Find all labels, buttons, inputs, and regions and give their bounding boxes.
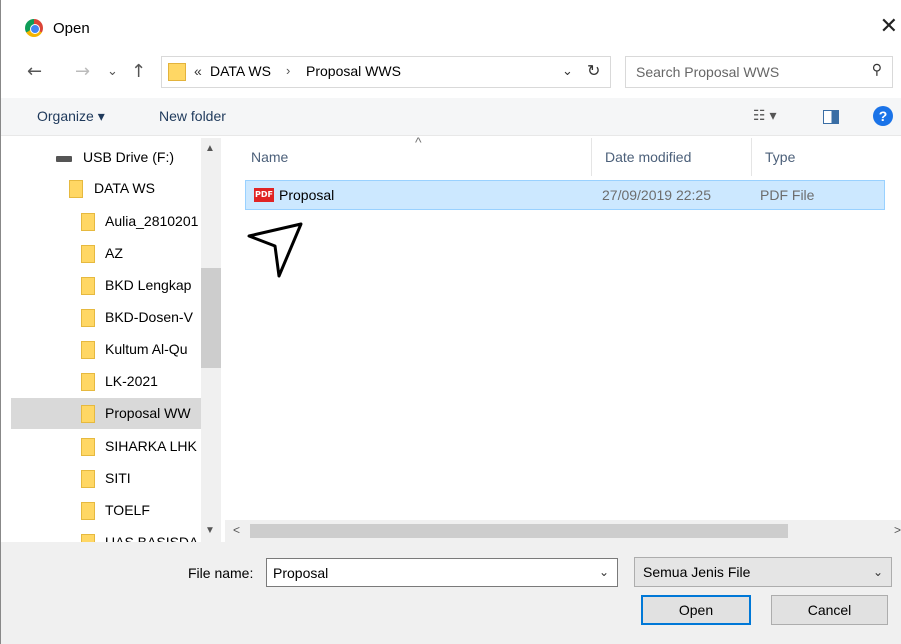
recent-locations-icon[interactable]: ⌄	[107, 64, 118, 79]
sort-indicator-icon: ^	[415, 134, 422, 150]
title-bar: Open ✕	[1, 0, 901, 44]
refresh-icon[interactable]: ↻	[587, 61, 600, 80]
open-dialog: Open ✕ ← → ⌄ ↑ « DATA WS › Proposal WWS …	[0, 0, 901, 644]
scroll-up-icon[interactable]: ▲	[205, 143, 215, 154]
sidebar-item-uas-basisdata[interactable]: UAS BASISDA	[11, 527, 201, 542]
sidebar-scroll-thumb[interactable]	[201, 268, 221, 368]
overflow-icon[interactable]: «	[194, 63, 202, 79]
sidebar-item-label: BKD Lengkap	[105, 277, 192, 293]
chevron-down-icon[interactable]: ⌄	[562, 63, 573, 79]
sidebar-item-label: Proposal WW	[105, 405, 191, 421]
sidebar-item-data-ws[interactable]: DATA WS	[11, 173, 201, 204]
sidebar-item-label: DATA WS	[94, 180, 155, 196]
sidebar-item-label: BKD-Dosen-V	[105, 309, 193, 325]
folder-icon	[81, 373, 95, 391]
sidebar-item-az[interactable]: AZ	[11, 238, 201, 269]
folder-icon	[81, 470, 95, 488]
new-folder-button[interactable]: New folder	[159, 108, 226, 124]
folder-icon	[81, 502, 95, 520]
chrome-icon	[25, 19, 43, 37]
usb-drive-icon	[56, 156, 72, 162]
organize-button[interactable]: Organize ▾	[37, 108, 105, 125]
scroll-down-icon[interactable]: ▼	[205, 525, 215, 536]
sidebar-item-label: TOELF	[105, 502, 150, 518]
folder-icon	[81, 405, 95, 423]
file-type-select[interactable]: Semua Jenis File ⌄	[634, 557, 892, 587]
back-arrow-icon[interactable]: ←	[27, 61, 42, 82]
help-icon[interactable]: ?	[873, 106, 893, 126]
chevron-right-icon[interactable]: ›	[286, 63, 290, 78]
file-name-value: Proposal	[273, 565, 329, 581]
file-name-label: File name:	[188, 565, 254, 581]
folder-icon	[81, 341, 95, 359]
sidebar-item-aulia[interactable]: Aulia_2810201	[11, 206, 201, 237]
command-bar: Organize ▾ New folder ☷ ▾ ?	[1, 98, 901, 136]
file-type-value: Semua Jenis File	[643, 564, 751, 580]
folder-icon	[81, 534, 95, 542]
close-icon[interactable]: ✕	[880, 14, 898, 39]
sidebar-item-label: SITI	[105, 470, 131, 486]
folder-icon	[81, 438, 95, 456]
address-bar[interactable]: « DATA WS › Proposal WWS ⌄ ↻	[161, 56, 611, 88]
sidebar-item-lk-2021[interactable]: LK-2021	[11, 366, 201, 397]
sidebar-item-label: Kultum Al-Qu	[105, 341, 188, 357]
folder-icon	[81, 277, 95, 295]
view-options-icon[interactable]: ☷ ▾	[753, 107, 776, 124]
folder-icon	[81, 245, 95, 263]
folder-icon	[168, 63, 186, 81]
folder-icon	[81, 213, 95, 231]
cursor-arrow-icon	[247, 222, 303, 278]
search-input[interactable]: Search Proposal WWS ⚲	[625, 56, 893, 88]
pdf-icon: PDF	[254, 188, 274, 202]
sidebar-item-label: USB Drive (F:)	[83, 149, 174, 165]
sidebar-item-label: AZ	[105, 245, 123, 261]
file-name: Proposal	[279, 187, 335, 203]
column-header-name[interactable]: Name	[251, 149, 288, 165]
sidebar-item-label: SIHARKA LHK	[105, 438, 197, 454]
file-row-proposal[interactable]: PDF Proposal 27/09/2019 22:25 PDF File	[245, 180, 885, 210]
search-placeholder: Search Proposal WWS	[636, 64, 780, 80]
cancel-button[interactable]: Cancel	[771, 595, 888, 625]
up-arrow-icon[interactable]: ↑	[131, 61, 146, 82]
preview-pane-icon[interactable]	[823, 110, 839, 124]
scroll-left-icon[interactable]: <	[233, 523, 240, 537]
horizontal-scroll-thumb[interactable]	[250, 524, 788, 538]
file-name-field[interactable]: Proposal ⌄	[266, 558, 618, 587]
search-icon[interactable]: ⚲	[872, 62, 882, 78]
sidebar-item-proposal-wws[interactable]: Proposal WW	[11, 398, 201, 429]
window-title: Open	[53, 20, 90, 37]
folder-icon	[69, 180, 83, 198]
column-divider[interactable]	[591, 138, 592, 176]
breadcrumb-proposal-wws[interactable]: Proposal WWS	[306, 63, 401, 79]
folder-icon	[81, 309, 95, 327]
sidebar-item-siharka[interactable]: SIHARKA LHK	[11, 431, 201, 462]
chevron-down-icon[interactable]: ⌄	[599, 565, 609, 579]
sidebar-item-label: LK-2021	[105, 373, 158, 389]
scroll-right-icon[interactable]: >	[894, 523, 901, 537]
breadcrumb-data-ws[interactable]: DATA WS	[210, 63, 271, 79]
column-header-type[interactable]: Type	[765, 149, 795, 165]
navigation-pane: USB Drive (F:) DATA WS Aulia_2810201 AZ …	[11, 138, 223, 542]
file-type: PDF File	[760, 187, 815, 203]
sidebar-item-bkd-dosen[interactable]: BKD-Dosen-V	[11, 302, 201, 333]
address-row: ← → ⌄ ↑ « DATA WS › Proposal WWS ⌄ ↻ Sea…	[1, 56, 901, 90]
file-date-modified: 27/09/2019 22:25	[602, 187, 711, 203]
column-divider[interactable]	[751, 138, 752, 176]
sidebar-item-siti[interactable]: SITI	[11, 463, 201, 494]
file-list: ^ Name Date modified Type PDF Proposal 2…	[225, 134, 901, 520]
sidebar-item-label: Aulia_2810201	[105, 213, 199, 229]
sidebar-item-toelf[interactable]: TOELF	[11, 495, 201, 526]
open-button[interactable]: Open	[641, 595, 751, 625]
sidebar-item-kultum[interactable]: Kultum Al-Qu	[11, 334, 201, 365]
sidebar-item-label: UAS BASISDA	[105, 534, 199, 542]
forward-arrow-icon[interactable]: →	[75, 61, 90, 82]
chevron-down-icon[interactable]: ⌄	[873, 565, 883, 579]
column-header-date[interactable]: Date modified	[605, 149, 691, 165]
sidebar-item-bkd-lengkap[interactable]: BKD Lengkap	[11, 270, 201, 301]
sidebar-item-usb-drive[interactable]: USB Drive (F:)	[11, 142, 201, 173]
